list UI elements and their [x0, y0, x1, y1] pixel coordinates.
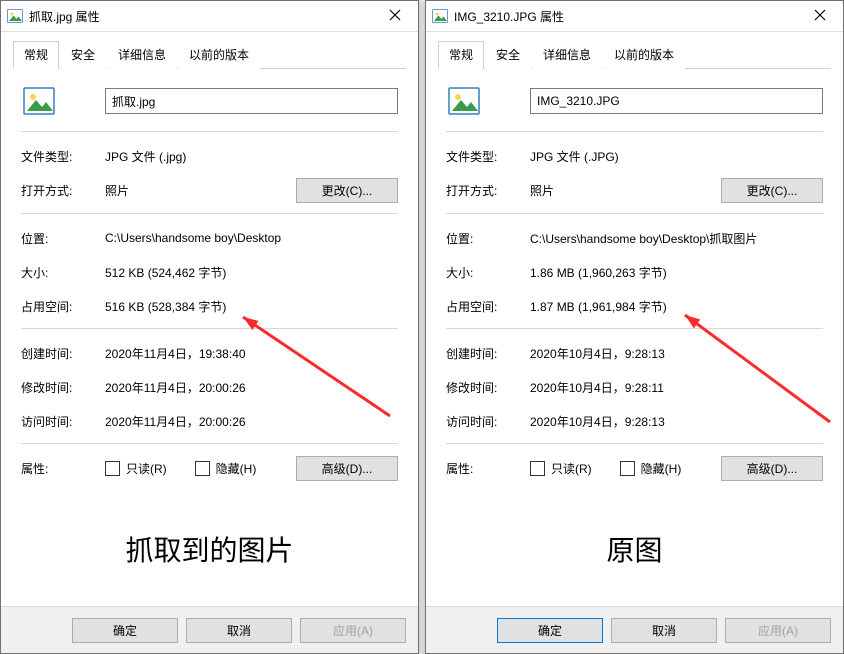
change-button[interactable]: 更改(C)...	[296, 178, 398, 203]
apply-button[interactable]: 应用(A)	[300, 618, 406, 643]
value-size-on-disk: 516 KB (528,384 字节)	[105, 298, 398, 315]
tab-security[interactable]: 安全	[60, 41, 106, 69]
divider	[446, 213, 823, 214]
checkbox-label: 隐藏(H)	[641, 460, 682, 477]
value-size: 1.86 MB (1,960,263 字节)	[530, 264, 823, 281]
value-location: C:\Users\handsome boy\Desktop	[105, 231, 398, 245]
value-accessed: 2020年11月4日，20:00:26	[105, 413, 398, 430]
checkbox-hidden[interactable]: 隐藏(H)	[195, 460, 257, 477]
checkbox-label: 只读(R)	[126, 460, 167, 477]
label-file-type: 文件类型:	[446, 148, 530, 165]
checkbox-box	[530, 461, 545, 476]
value-modified: 2020年11月4日，20:00:26	[105, 379, 398, 396]
ok-button[interactable]: 确定	[497, 618, 603, 643]
checkbox-hidden[interactable]: 隐藏(H)	[620, 460, 682, 477]
divider	[21, 443, 398, 444]
filename-input[interactable]: IMG_3210.JPG	[530, 88, 823, 114]
divider	[21, 328, 398, 329]
checkbox-box	[195, 461, 210, 476]
change-button[interactable]: 更改(C)...	[721, 178, 823, 203]
dialog-footer: 确定 取消 应用(A)	[426, 606, 843, 653]
title-bar[interactable]: IMG_3210.JPG 属性	[426, 1, 843, 32]
label-size-on-disk: 占用空间:	[446, 298, 530, 315]
checkbox-label: 只读(R)	[551, 460, 592, 477]
cancel-button[interactable]: 取消	[611, 618, 717, 643]
label-accessed: 访问时间:	[446, 413, 530, 430]
label-size-on-disk: 占用空间:	[21, 298, 105, 315]
cancel-button[interactable]: 取消	[186, 618, 292, 643]
label-open-with: 打开方式:	[21, 182, 105, 199]
divider	[446, 443, 823, 444]
value-created: 2020年10月4日，9:28:13	[530, 345, 823, 362]
value-size: 512 KB (524,462 字节)	[105, 264, 398, 281]
label-created: 创建时间:	[446, 345, 530, 362]
advanced-button[interactable]: 高级(D)...	[721, 456, 823, 481]
divider	[21, 131, 398, 132]
tab-previous-versions[interactable]: 以前的版本	[178, 41, 260, 69]
value-size-on-disk: 1.87 MB (1,961,984 字节)	[530, 298, 823, 315]
checkbox-readonly[interactable]: 只读(R)	[530, 460, 592, 477]
label-file-type: 文件类型:	[21, 148, 105, 165]
label-attributes: 属性:	[21, 460, 105, 477]
window-title: IMG_3210.JPG 属性	[454, 8, 797, 25]
ok-button[interactable]: 确定	[72, 618, 178, 643]
tab-general[interactable]: 常规	[438, 41, 484, 69]
tab-strip: 常规 安全 详细信息 以前的版本	[1, 32, 418, 68]
close-icon	[814, 9, 826, 24]
label-accessed: 访问时间:	[21, 413, 105, 430]
tab-previous-versions[interactable]: 以前的版本	[603, 41, 685, 69]
title-bar[interactable]: 抓取.jpg 属性	[1, 1, 418, 32]
tab-panel-general: 抓取.jpg 文件类型:JPG 文件 (.jpg) 打开方式: 照片 更改(C)…	[1, 69, 418, 606]
label-location: 位置:	[21, 230, 105, 247]
divider	[21, 213, 398, 214]
checkbox-label: 隐藏(H)	[216, 460, 257, 477]
file-icon-large	[448, 85, 480, 117]
advanced-button[interactable]: 高级(D)...	[296, 456, 398, 481]
close-button[interactable]	[797, 1, 843, 31]
divider	[446, 131, 823, 132]
close-button[interactable]	[372, 1, 418, 31]
file-icon	[7, 8, 23, 24]
label-location: 位置:	[446, 230, 530, 247]
tab-strip: 常规 安全 详细信息 以前的版本	[426, 32, 843, 68]
properties-dialog: 抓取.jpg 属性 常规 安全 详细信息 以前的版本 抓取.jpg 文件类型:J…	[0, 0, 419, 654]
checkbox-readonly[interactable]: 只读(R)	[105, 460, 167, 477]
close-icon	[389, 9, 401, 24]
dialog-footer: 确定 取消 应用(A)	[1, 606, 418, 653]
window-title: 抓取.jpg 属性	[29, 8, 372, 25]
label-created: 创建时间:	[21, 345, 105, 362]
properties-dialog: IMG_3210.JPG 属性 常规 安全 详细信息 以前的版本 IMG_321…	[425, 0, 844, 654]
tab-general[interactable]: 常规	[13, 41, 59, 69]
value-open-with: 照片	[530, 182, 721, 199]
checkbox-box	[620, 461, 635, 476]
tab-details[interactable]: 详细信息	[532, 41, 602, 69]
value-open-with: 照片	[105, 182, 296, 199]
value-modified: 2020年10月4日，9:28:11	[530, 379, 823, 396]
label-modified: 修改时间:	[21, 379, 105, 396]
label-size: 大小:	[446, 264, 530, 281]
label-modified: 修改时间:	[446, 379, 530, 396]
label-size: 大小:	[21, 264, 105, 281]
value-accessed: 2020年10月4日，9:28:13	[530, 413, 823, 430]
label-open-with: 打开方式:	[446, 182, 530, 199]
divider	[446, 328, 823, 329]
filename-input[interactable]: 抓取.jpg	[105, 88, 398, 114]
value-file-type: JPG 文件 (.jpg)	[105, 148, 398, 165]
apply-button[interactable]: 应用(A)	[725, 618, 831, 643]
label-attributes: 属性:	[446, 460, 530, 477]
checkbox-box	[105, 461, 120, 476]
tab-panel-general: IMG_3210.JPG 文件类型:JPG 文件 (.JPG) 打开方式: 照片…	[426, 69, 843, 606]
file-icon-large	[23, 85, 55, 117]
tab-security[interactable]: 安全	[485, 41, 531, 69]
value-created: 2020年11月4日，19:38:40	[105, 345, 398, 362]
value-location: C:\Users\handsome boy\Desktop\抓取图片	[530, 230, 823, 247]
tab-details[interactable]: 详细信息	[107, 41, 177, 69]
value-file-type: JPG 文件 (.JPG)	[530, 148, 823, 165]
file-icon	[432, 8, 448, 24]
